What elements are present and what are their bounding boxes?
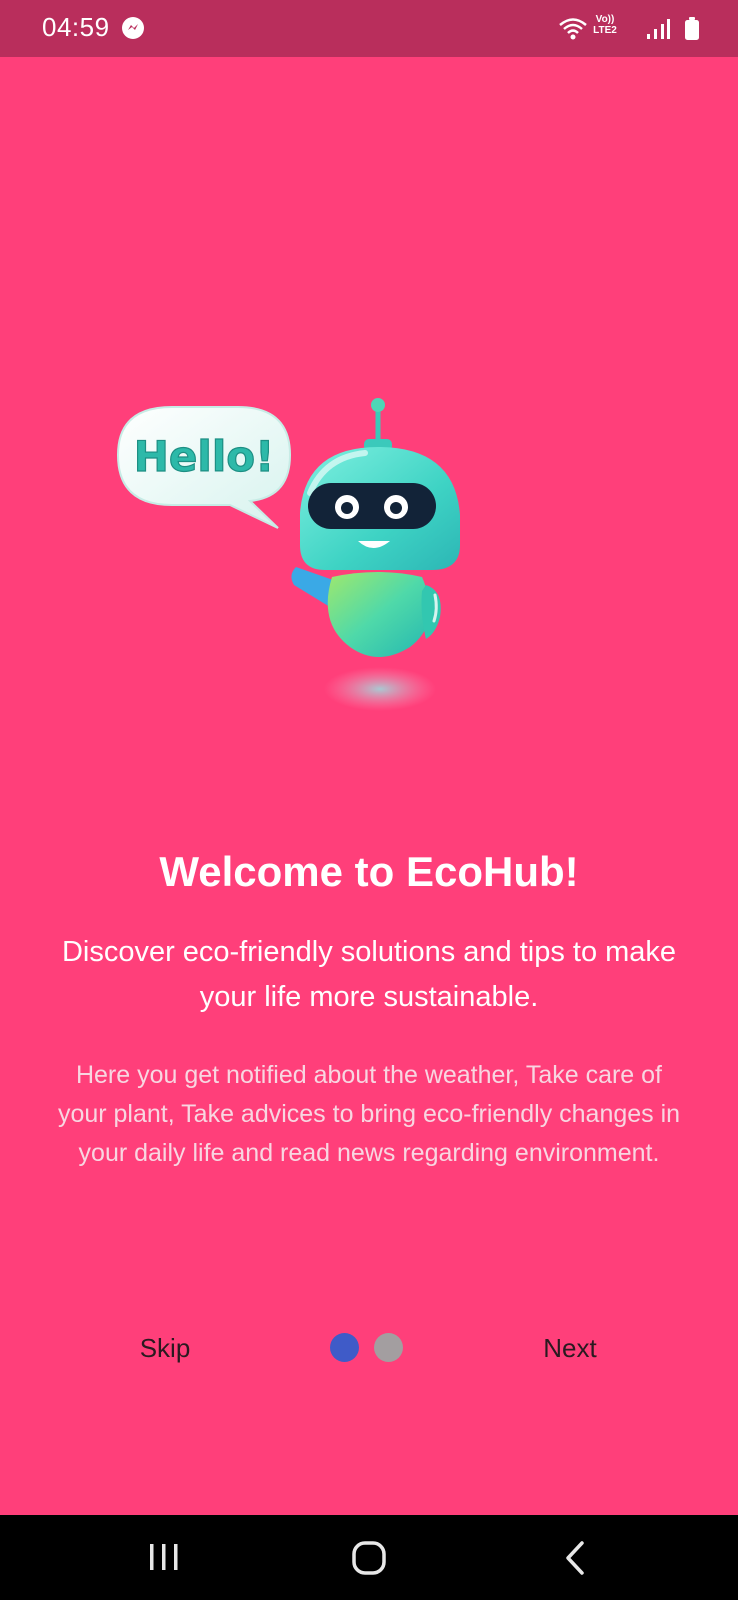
skip-button[interactable]: Skip [120, 1328, 210, 1368]
status-time: 04:59 [42, 12, 110, 42]
next-button[interactable]: Next [525, 1328, 615, 1368]
speech-bubble: Hello! [116, 406, 292, 529]
page-dot-inactive [374, 1333, 403, 1362]
back-icon[interactable] [563, 1540, 587, 1576]
recents-icon[interactable] [148, 1541, 180, 1573]
robot-illustration: Hello! [110, 395, 490, 730]
battery-icon [684, 17, 700, 41]
lte-label-bottom: LTE2 [593, 25, 617, 36]
lte-icon: Vo)) LTE2 [590, 14, 620, 44]
signal-icon [646, 18, 670, 40]
home-icon[interactable] [351, 1540, 387, 1576]
lte-label-top: Vo)) [595, 14, 615, 25]
messenger-icon [121, 16, 145, 40]
subtitle: Discover eco-friendly solutions and tips… [61, 936, 677, 1013]
page-indicator [330, 1333, 406, 1363]
wifi-icon [558, 16, 588, 42]
page-title: Welcome to EcoHub! [159, 848, 579, 895]
page-dot-active [330, 1333, 359, 1362]
description: Here you get notified about the weather,… [57, 1061, 681, 1167]
robot-illustration-svg: Hello! [116, 398, 460, 711]
status-bar: 04:59 Vo)) LTE2 [0, 0, 738, 57]
navigation-bar [0, 1515, 738, 1600]
speech-bubble-text: Hello! [134, 432, 274, 481]
